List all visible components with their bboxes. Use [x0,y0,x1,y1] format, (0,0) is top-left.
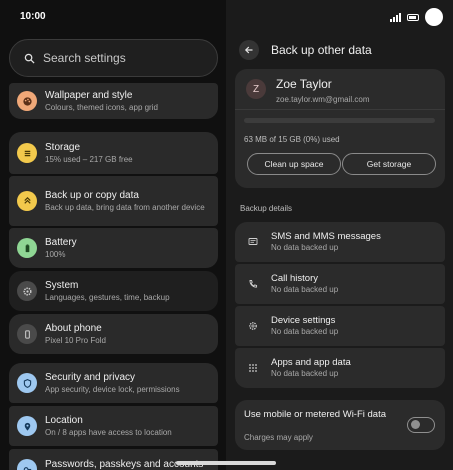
metered-data-subtitle: Charges may apply [244,433,313,442]
section-title: Backup details [240,204,293,213]
avatar: Z [246,79,266,99]
toggle-knob [411,420,420,429]
call-icon [249,280,258,288]
signal-icon [390,12,401,22]
palette-icon [17,91,37,111]
metered-data-setting[interactable]: Use mobile or metered Wi-Fi data Charges… [235,400,445,450]
status-bar: 10:00 [0,0,453,34]
shield-icon [17,373,37,393]
settings-item-backup[interactable]: Back up or copy data Back up data, bring… [9,176,218,226]
settings-item-title: System [45,279,79,291]
storage-usage-text: 63 MB of 15 GB (0%) used [244,135,340,144]
settings-item-title: Wallpaper and style [45,89,133,101]
account-name: Zoe Taylor [276,77,332,91]
status-icons [390,8,443,26]
divider [235,109,445,110]
page-title: Back up other data [271,43,372,57]
settings-item-security[interactable]: Security and privacy App security, devic… [9,363,218,403]
backup-item-subtitle: No data backed up [271,284,339,294]
settings-item-wallpaper[interactable]: Wallpaper and style Colours, themed icon… [9,83,218,119]
settings-item-passwords[interactable]: Passwords, passkeys and accounts [9,449,218,470]
search-placeholder: Search settings [43,51,126,65]
settings-item-storage[interactable]: Storage 15% used – 217 GB free [9,132,218,174]
storage-bar [244,118,435,123]
backup-item-title: SMS and MMS messages [271,231,381,243]
gear-icon [249,322,257,330]
settings-pane: Search settings Wallpaper and style Colo… [0,0,226,470]
backup-item-title: Call history [271,273,318,285]
battery-status-icon [407,13,419,21]
clean-up-space-button[interactable]: Clean up space [247,153,341,175]
settings-item-subtitle: 15% used – 217 GB free [45,154,133,164]
apps-grid-icon [249,364,257,372]
back-arrow-icon [244,46,253,54]
settings-item-subtitle: Pixel 10 Pro Fold [45,335,106,345]
backup-item-subtitle: No data backed up [271,368,339,378]
search-input[interactable]: Search settings [9,39,218,77]
settings-item-title: Battery [45,236,77,248]
phone-icon [17,324,37,344]
gear-icon [17,281,37,301]
screen: Search settings Wallpaper and style Colo… [0,0,453,470]
settings-item-system[interactable]: System Languages, gestures, time, backup [9,271,218,311]
backup-item-apps[interactable]: Apps and app data No data backed up [235,348,445,388]
back-button[interactable] [239,40,259,60]
status-time: 10:00 [20,11,46,22]
metered-data-title: Use mobile or metered Wi-Fi data [244,409,387,420]
battery-icon [17,238,37,258]
backup-item-sms[interactable]: SMS and MMS messages No data backed up [235,222,445,262]
settings-item-battery[interactable]: Battery 100% [9,228,218,268]
settings-item-subtitle: App security, device lock, permissions [45,384,180,394]
settings-item-title: About phone [45,322,102,334]
camera-cutout [425,8,443,26]
settings-item-title: Back up or copy data [45,189,139,201]
message-icon [248,238,258,245]
settings-item-subtitle: 100% [45,249,66,259]
key-icon [17,459,37,470]
account-card: Z Zoe Taylor zoe.taylor.wm@gmail.com 63 … [235,69,445,188]
settings-item-subtitle: Back up data, bring data from another de… [45,202,205,212]
settings-item-subtitle: Colours, themed icons, app grid [45,102,158,112]
location-icon [17,416,37,436]
settings-item-title: Location [45,414,83,426]
backup-icon [17,191,37,211]
backup-item-device-settings[interactable]: Device settings No data backed up [235,306,445,346]
storage-icon [17,143,37,163]
settings-item-location[interactable]: Location On / 8 apps have access to loca… [9,406,218,446]
backup-item-call-history[interactable]: Call history No data backed up [235,264,445,304]
settings-item-title: Security and privacy [45,371,136,383]
get-storage-button[interactable]: Get storage [342,153,436,175]
backup-item-subtitle: No data backed up [271,326,339,336]
settings-item-subtitle: Languages, gestures, time, backup [45,292,170,302]
gesture-handle[interactable] [176,461,276,465]
settings-item-subtitle: On / 8 apps have access to location [45,427,172,437]
settings-item-title: Storage [45,141,81,153]
backup-item-title: Apps and app data [271,357,351,369]
metered-data-toggle[interactable] [407,417,435,433]
backup-item-title: Device settings [271,315,336,327]
search-icon [24,53,35,64]
account-email: zoe.taylor.wm@gmail.com [276,95,370,104]
backup-item-subtitle: No data backed up [271,242,339,252]
settings-item-about-phone[interactable]: About phone Pixel 10 Pro Fold [9,314,218,354]
